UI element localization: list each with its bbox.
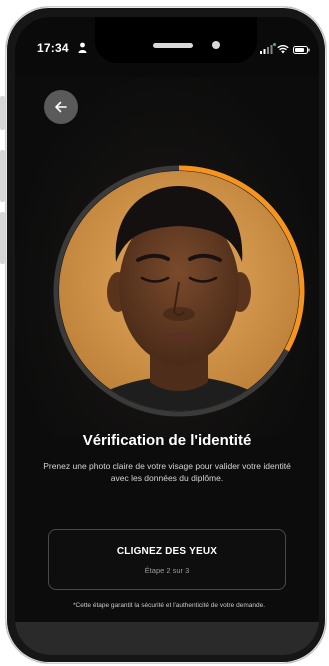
dynamic-island <box>95 17 257 63</box>
battery-icon <box>293 46 310 54</box>
face-capture-frame <box>53 165 305 417</box>
step-instruction: CLIGNEZ DES YEUX <box>116 546 218 557</box>
person-icon <box>78 42 87 53</box>
front-camera-icon <box>212 41 220 49</box>
page-subtitle: Prenez une photo claire de votre visage … <box>43 461 291 483</box>
wifi-icon <box>277 44 289 54</box>
status-time: 17:34 <box>37 41 69 55</box>
security-note: *Cette étape garantit la sécurité et l'a… <box>72 602 266 609</box>
page-title: Vérification de l'identité <box>82 432 252 449</box>
phone-screen: 17:34 Vérification de l'identité Prenez … <box>15 17 319 655</box>
phone-frame: 17:34 Vérification de l'identité Prenez … <box>5 6 327 664</box>
back-button[interactable] <box>44 90 78 124</box>
status-bar: 17:34 <box>15 17 319 77</box>
bottom-bar <box>15 622 319 655</box>
face-preview <box>59 171 299 411</box>
camera-indicator-icon <box>273 43 276 46</box>
step-card: CLIGNEZ DES YEUX Étape 2 sur 3 <box>48 529 286 590</box>
arrow-left-icon <box>55 101 67 113</box>
step-progress-text: Étape 2 sur 3 <box>144 566 190 575</box>
signal-icon <box>260 45 273 54</box>
speaker-icon <box>153 43 193 48</box>
